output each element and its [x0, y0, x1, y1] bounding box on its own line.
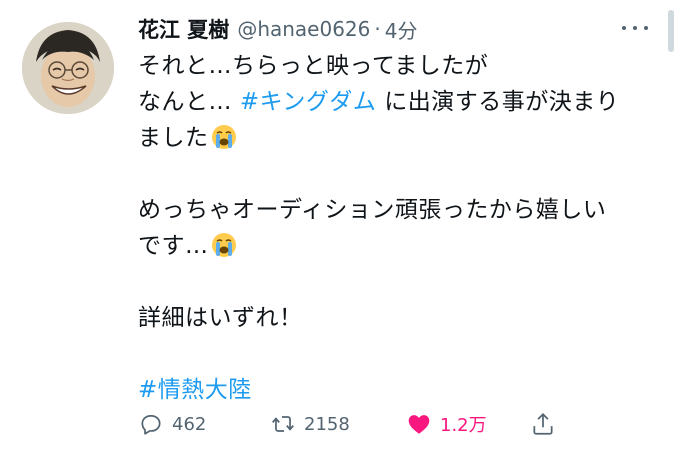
text-line-7: #情熱大陸	[138, 372, 658, 408]
text-line-2: なんと… #キングダム に出演する事が決まり	[138, 84, 658, 120]
retweet-count: 2158	[304, 413, 350, 435]
share-icon	[533, 413, 553, 435]
heart-icon	[408, 415, 430, 434]
avatar-illustration	[22, 22, 114, 114]
reply-icon	[141, 415, 161, 435]
tweet-actions: 462 2158 1.2万	[138, 404, 578, 444]
timestamp[interactable]: 4分	[385, 15, 418, 44]
text-segment: に出演する事が決まり	[376, 89, 620, 115]
tweet-text: それと…ちらっと映ってましたが なんと… #キングダム に出演する事が決まり ま…	[138, 48, 658, 408]
tweet-header: 花江 夏樹 @hanae0626 · 4分	[138, 12, 620, 46]
reply-count: 462	[172, 413, 207, 435]
scrollbar-thumb[interactable]	[668, 10, 674, 52]
text-line-6: 詳細はいずれ！	[138, 305, 303, 331]
tweet: 花江 夏樹 @hanae0626 · 4分 それと…ちらっと映ってましたが なん…	[0, 0, 680, 453]
text-segment: です…	[138, 233, 209, 259]
separator-dot: ·	[374, 17, 381, 41]
retweet-icon	[272, 416, 294, 432]
more-options-icon[interactable]	[622, 18, 648, 38]
text-line-1: それと…ちらっと映ってましたが	[138, 53, 489, 79]
hashtag-link-kingdom[interactable]: #キングダム	[240, 89, 377, 115]
share-button[interactable]	[530, 404, 564, 444]
hashtag-link-jounetsu-tairiku[interactable]: #情熱大陸	[138, 377, 252, 403]
text-line-3: ました	[138, 120, 658, 156]
crying-face-icon	[211, 233, 236, 257]
like-button[interactable]: 1.2万	[406, 404, 487, 444]
avatar[interactable]	[22, 22, 114, 114]
user-handle[interactable]: @hanae0626	[237, 17, 370, 41]
text-line-4: めっちゃオーディション頑張ったから嬉しい	[138, 197, 607, 223]
retweet-button[interactable]: 2158	[270, 404, 350, 444]
display-name[interactable]: 花江 夏樹	[138, 14, 229, 44]
crying-face-icon	[211, 125, 236, 149]
like-count: 1.2万	[440, 415, 487, 436]
text-segment: なんと…	[138, 89, 240, 115]
text-line-5: です…	[138, 228, 658, 264]
reply-button[interactable]: 462	[138, 404, 206, 444]
text-segment: ました	[138, 125, 209, 151]
